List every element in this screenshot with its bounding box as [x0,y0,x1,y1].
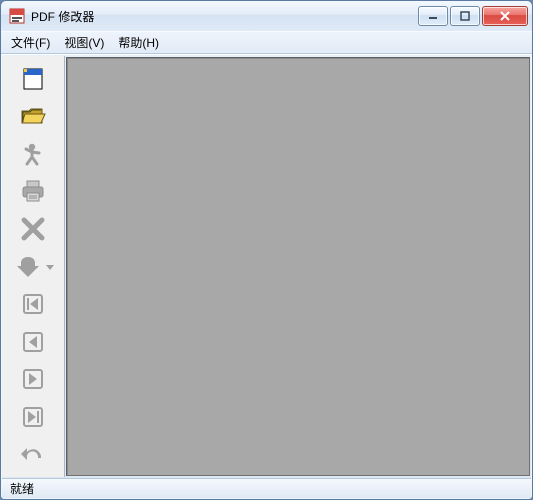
menu-view[interactable]: 视图(V) [64,34,104,51]
undo-icon [21,444,45,464]
app-window: PDF 修改器 文件(F) 视图(V) 帮助(H) [0,0,533,500]
new-doc-button[interactable] [11,62,55,96]
menubar: 文件(F) 视图(V) 帮助(H) [1,31,532,53]
download-arrow-icon [15,254,41,280]
toolbar [2,56,65,477]
first-page-button [11,288,55,322]
titlebar[interactable]: PDF 修改器 [1,1,532,31]
app-icon [9,8,25,24]
statusbar: 就绪 [2,478,531,498]
delete-button [11,212,55,246]
first-page-icon [21,292,45,316]
workspace [66,57,530,476]
undo-button [11,438,55,472]
window-controls [418,6,528,26]
open-button[interactable] [11,100,55,134]
download-dropdown [45,250,55,284]
menu-help[interactable]: 帮助(H) [118,34,159,51]
new-doc-icon [20,66,46,92]
printer-icon [20,178,46,204]
client-area [2,56,531,477]
maximize-button[interactable] [450,6,480,26]
next-page-icon [21,367,45,391]
delete-x-icon [20,216,46,242]
last-page-button [11,400,55,434]
run-button [11,137,55,171]
last-page-icon [21,405,45,429]
download-button-group [5,250,61,284]
close-button[interactable] [482,6,528,26]
open-folder-icon [20,103,46,129]
prev-page-icon [21,330,45,354]
run-icon [20,141,46,167]
print-button [11,175,55,209]
prev-page-button [11,325,55,359]
status-text: 就绪 [10,480,34,497]
window-title: PDF 修改器 [31,8,418,25]
minimize-button[interactable] [418,6,448,26]
menu-divider [1,53,532,55]
download-button [11,250,45,284]
next-page-button [11,363,55,397]
menu-file[interactable]: 文件(F) [11,34,50,51]
